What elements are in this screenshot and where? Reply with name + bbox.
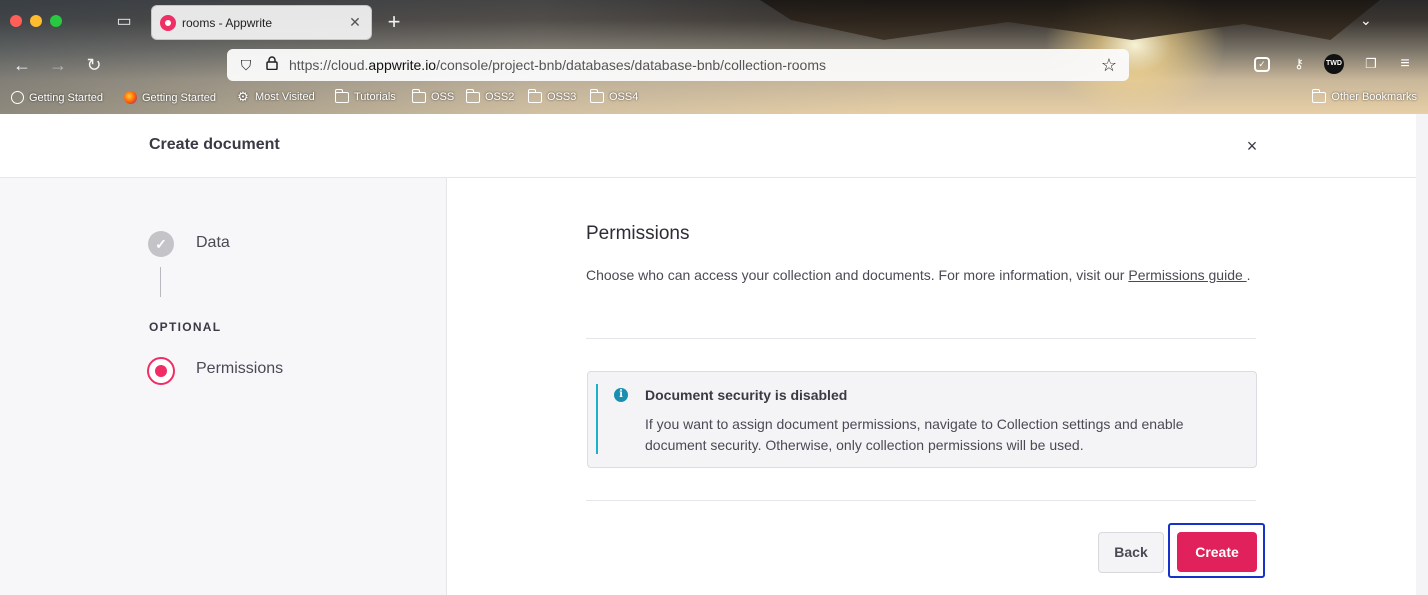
reload-icon[interactable]: ↻ <box>83 54 105 76</box>
bookmark-label: OSS <box>431 91 455 103</box>
url-text[interactable]: https://cloud.appwrite.io/console/projec… <box>289 57 1099 73</box>
bookmark-oss[interactable]: OSS <box>411 88 455 103</box>
star-icon[interactable]: ☆ <box>1099 55 1119 76</box>
pocket-icon[interactable]: ✓ <box>1254 57 1270 72</box>
bookmark-tutorials[interactable]: Tutorials <box>334 88 396 103</box>
description-end: . <box>1246 267 1251 283</box>
back-button[interactable]: Back <box>1098 532 1164 573</box>
bookmark-oss3[interactable]: OSS3 <box>527 88 577 103</box>
bookmark-label: OSS4 <box>609 91 639 103</box>
new-tab-button[interactable]: + <box>384 10 404 34</box>
permissions-guide-link[interactable]: Permissions guide <box>1128 267 1246 283</box>
active-step-icon[interactable] <box>147 357 175 385</box>
chevron-down-icon[interactable]: ⌄ <box>1360 12 1372 29</box>
tab-groups-icon[interactable]: ▭ <box>114 12 134 32</box>
forward-arrow-icon[interactable]: → <box>47 54 69 76</box>
divider <box>586 338 1256 339</box>
bookmark-label: Getting Started <box>142 91 216 104</box>
divider <box>586 500 1256 501</box>
bookmarks-bar: Getting Started Getting Started ⚙ Most Vi… <box>0 88 1428 112</box>
url-path: /console/project-bnb/databases/database-… <box>436 57 826 73</box>
folder-icon <box>1311 88 1327 103</box>
browser-chrome: ▭ rooms - Appwrite ✕ + ⌄ ← → ↻ ⛉ https:/… <box>0 0 1428 114</box>
section-title: Permissions <box>586 223 690 244</box>
section-description: Choose who can access your collection an… <box>586 265 1256 286</box>
alert-body: If you want to assign document permissio… <box>645 416 1184 453</box>
key-icon[interactable]: ⚷ <box>1290 55 1308 73</box>
back-arrow-icon[interactable]: ← <box>11 54 33 76</box>
check-icon[interactable]: ✓ <box>148 231 174 257</box>
bookmark-label: Most Visited <box>255 91 315 103</box>
url-host: appwrite.io <box>368 57 437 73</box>
tab-title: rooms - Appwrite <box>182 15 273 30</box>
alert-title: Document security is disabled <box>645 387 848 403</box>
bookmark-most-visited[interactable]: ⚙ Most Visited <box>236 89 315 104</box>
bookmark-oss2[interactable]: OSS2 <box>465 88 515 103</box>
step-content: Permissions Choose who can access your c… <box>448 178 1416 595</box>
description-text: Choose who can access your collection an… <box>586 267 1129 283</box>
bookmark-oss4[interactable]: OSS4 <box>589 88 639 103</box>
bookmark-label: Other Bookmarks <box>1331 91 1417 103</box>
info-alert: i Document security is disabled If you w… <box>587 371 1257 468</box>
window-close-button[interactable] <box>10 15 22 27</box>
page: Create document × ✓ Data OPTIONAL Permis… <box>0 114 1428 595</box>
bookmark-getting-started-1[interactable]: Getting Started <box>11 91 103 104</box>
browser-tab[interactable]: rooms - Appwrite ✕ <box>151 5 372 40</box>
bookmark-other[interactable]: Other Bookmarks <box>1311 88 1417 103</box>
extensions-icon[interactable]: ❐ <box>1362 55 1380 73</box>
lock-icon[interactable] <box>263 56 281 74</box>
optional-label: OPTIONAL <box>149 320 222 334</box>
bookmark-label: Tutorials <box>354 91 396 103</box>
firefox-icon <box>124 91 137 104</box>
folder-icon <box>411 88 426 103</box>
close-icon[interactable]: × <box>1242 134 1262 158</box>
shield-icon[interactable]: ⛉ <box>237 56 255 74</box>
appwrite-favicon-icon <box>160 14 176 31</box>
profile-avatar[interactable]: TWD <box>1324 54 1344 74</box>
step-data-label[interactable]: Data <box>196 234 230 252</box>
steps-sidebar: ✓ Data OPTIONAL Permissions <box>0 178 447 595</box>
modal-title: Create document <box>149 136 280 153</box>
address-bar[interactable]: ⛉ https://cloud.appwrite.io/console/proj… <box>227 49 1129 81</box>
alert-accent-bar <box>596 384 598 454</box>
menu-icon[interactable]: ≡ <box>1396 55 1414 73</box>
window-zoom-button[interactable] <box>50 15 62 27</box>
url-prefix: https://cloud. <box>289 57 369 73</box>
bookmark-label: OSS2 <box>485 91 515 103</box>
bookmark-label: Getting Started <box>29 91 103 104</box>
info-icon: i <box>614 388 628 402</box>
step-permissions-label[interactable]: Permissions <box>196 360 283 378</box>
folder-icon <box>465 88 480 103</box>
step-connector <box>160 267 161 297</box>
bookmark-label: OSS3 <box>547 91 577 103</box>
tab-close-icon[interactable]: ✕ <box>347 14 363 31</box>
window-minimize-button[interactable] <box>30 15 42 27</box>
scrollbar[interactable] <box>1416 114 1428 595</box>
globe-icon <box>11 91 24 104</box>
modal-header: Create document × <box>0 114 1416 178</box>
folder-icon <box>589 88 604 103</box>
folder-icon <box>527 88 542 103</box>
bookmark-getting-started-2[interactable]: Getting Started <box>124 91 216 104</box>
gear-icon: ⚙ <box>237 89 249 104</box>
create-button[interactable]: Create <box>1177 532 1257 572</box>
folder-icon <box>334 88 349 103</box>
